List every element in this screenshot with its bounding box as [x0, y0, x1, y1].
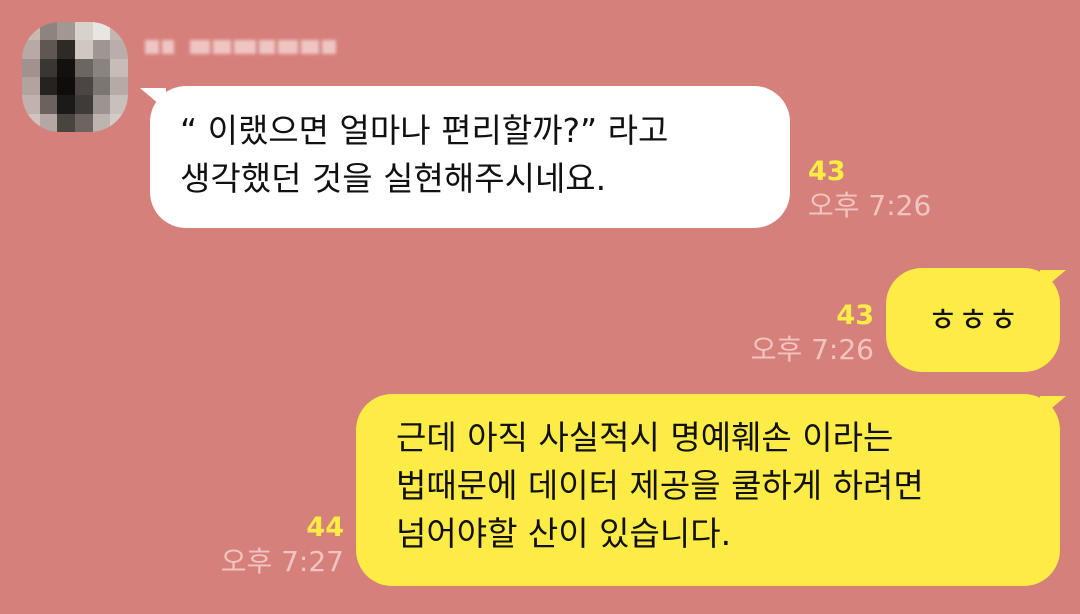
avatar-pixel: [57, 40, 75, 59]
avatar-pixel: [74, 113, 93, 132]
unread-count: 43: [836, 300, 874, 331]
message-text: 근데 아직 사실적시 명예훼손 이라는: [396, 418, 894, 457]
avatar-pixel: [57, 77, 75, 96]
avatar-pixel: [74, 40, 93, 59]
avatar-pixel: [57, 113, 75, 132]
avatar-pixel: [22, 113, 40, 132]
message-time: 오후 7:26: [750, 333, 874, 366]
message-meta: 44 오후 7:27: [221, 512, 344, 580]
bubble-tail: [1040, 396, 1066, 418]
avatar-pixel: [39, 77, 58, 96]
avatar-pixel: [92, 40, 111, 59]
avatar-pixel: [110, 40, 128, 59]
message-text: “ 이랬으면 얼마나 편리할까?” 라고: [180, 111, 669, 150]
sender-name: [145, 36, 345, 66]
message-text: 생각했던 것을 실현해주시네요.: [180, 159, 607, 198]
avatar-pixel: [110, 22, 128, 41]
message-meta: 43 오후 7:26: [751, 300, 874, 368]
avatar-pixel: [22, 95, 40, 114]
message-meta: 43 오후 7:26: [808, 156, 931, 224]
avatar-pixel: [39, 40, 58, 59]
avatar-pixel: [74, 77, 93, 96]
avatar-pixel: [39, 95, 58, 114]
avatar-pixel: [92, 77, 111, 96]
message-text: 넘어야할 산이 있습니다.: [396, 514, 732, 553]
avatar-pixel: [57, 95, 75, 114]
message-bubble-outgoing[interactable]: 근데 아직 사실적시 명예훼손 이라는 법때문에 데이터 제공을 쿨하게 하려면…: [356, 394, 1060, 586]
avatar-pixel: [57, 22, 75, 41]
avatar-pixel: [110, 58, 128, 77]
avatar-pixel: [110, 113, 128, 132]
avatar-pixel: [39, 58, 58, 77]
avatar-pixel: [74, 58, 93, 77]
avatar-pixel: [57, 58, 75, 77]
avatar-pixel: [22, 40, 40, 59]
message-time: 오후 7:27: [220, 545, 344, 578]
message-text: ㅎㅎㅎ: [927, 300, 1019, 339]
avatar-pixel: [110, 95, 128, 114]
avatar[interactable]: [22, 22, 128, 132]
message-time: 오후 7:26: [808, 189, 932, 222]
message-text: 법때문에 데이터 제공을 쿨하게 하려면: [396, 466, 924, 505]
avatar-pixel: [22, 58, 40, 77]
unread-count: 43: [808, 156, 846, 187]
message-bubble-outgoing[interactable]: ㅎㅎㅎ: [886, 268, 1060, 372]
avatar-pixel: [92, 95, 111, 114]
avatar-pixel: [92, 113, 111, 132]
avatar-pixel: [22, 77, 40, 96]
avatar-pixel: [74, 95, 93, 114]
avatar-pixel: [92, 58, 111, 77]
message-bubble-incoming[interactable]: “ 이랬으면 얼마나 편리할까?” 라고 생각했던 것을 실현해주시네요.: [150, 86, 790, 228]
unread-count: 44: [306, 512, 344, 543]
avatar-pixel: [39, 113, 58, 132]
avatar-pixel: [110, 77, 128, 96]
avatar-pixel: [74, 22, 93, 41]
avatar-pixel: [92, 22, 111, 41]
avatar-pixel: [39, 22, 58, 41]
bubble-tail: [1040, 270, 1066, 292]
avatar-pixel: [22, 22, 40, 41]
